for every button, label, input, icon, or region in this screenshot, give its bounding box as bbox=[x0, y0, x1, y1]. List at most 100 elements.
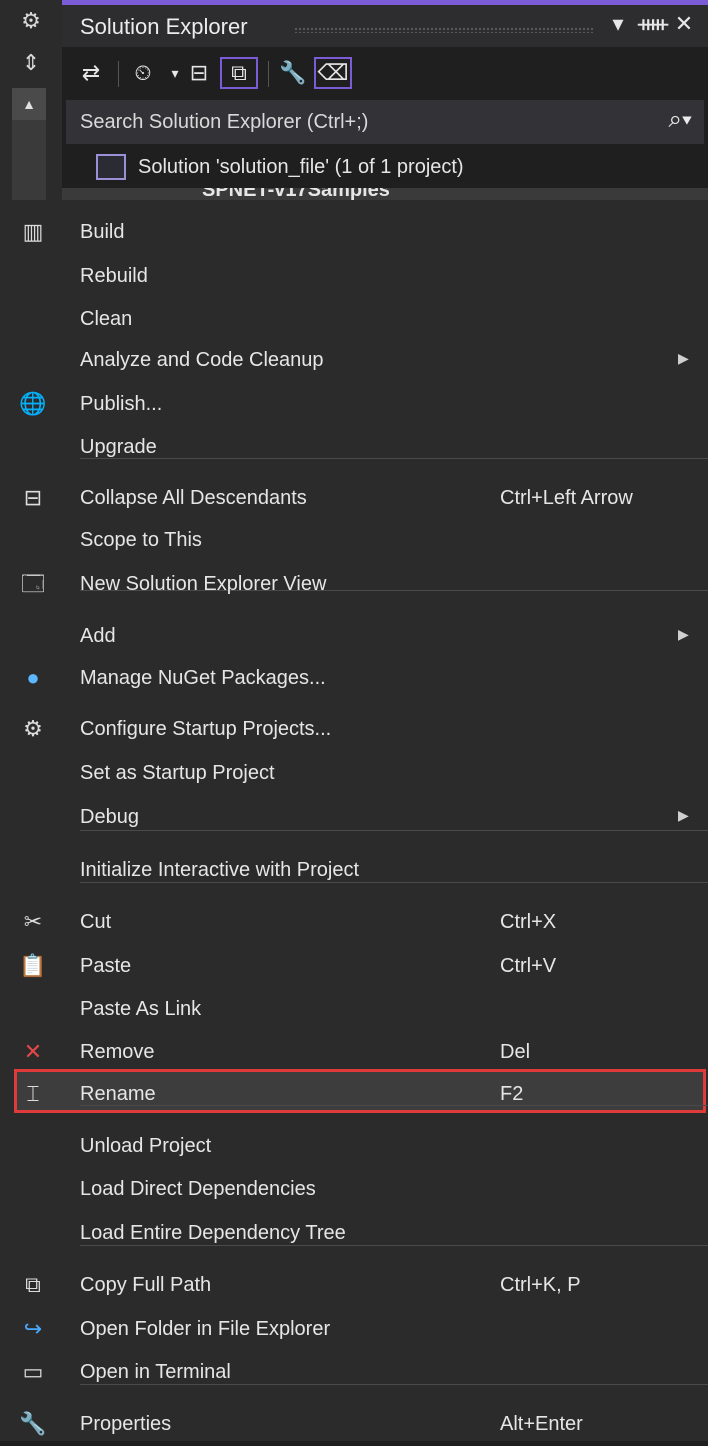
menu-item-shortcut: F2 bbox=[500, 1083, 524, 1105]
menu-item-new-solution-explorer-view[interactable]: 🗔 New Solution Explorer View bbox=[0, 562, 708, 606]
publish-icon: 🌐 bbox=[19, 391, 47, 416]
preview-selected-icon[interactable]: ⌫ bbox=[314, 57, 352, 89]
menu-item-label: Load Direct Dependencies bbox=[80, 1178, 316, 1200]
menu-item-label: Unload Project bbox=[80, 1135, 212, 1157]
menu-item-scope-to-this[interactable]: Scope to This bbox=[0, 518, 708, 562]
menu-item-label: Copy Full Path bbox=[80, 1274, 212, 1296]
menu-item-properties[interactable]: 🔧 Properties Alt+Enter bbox=[0, 1402, 708, 1446]
menu-item-label: Build bbox=[80, 221, 125, 243]
toolbar-separator bbox=[268, 61, 269, 87]
menu-item-debug[interactable]: Debug ▶ bbox=[0, 795, 708, 839]
sync-icon[interactable]: ⇄ bbox=[76, 57, 106, 89]
menu-item-label: Open in Terminal bbox=[80, 1361, 231, 1383]
menu-item-label: Add bbox=[80, 625, 116, 647]
menu-item-collapse-all-descendants[interactable]: ⊟ Collapse All Descendants Ctrl+Left Arrow bbox=[0, 476, 708, 520]
menu-item-remove[interactable]: ✕ Remove Del bbox=[0, 1030, 708, 1074]
pin-icon[interactable]: ᚔ bbox=[638, 11, 668, 37]
menu-item-label: Rename bbox=[80, 1083, 156, 1105]
menu-item-shortcut: Ctrl+Left Arrow bbox=[500, 487, 633, 509]
search-placeholder: Search Solution Explorer (Ctrl+;) bbox=[80, 111, 369, 133]
menu-item-copy-full-path[interactable]: ⧉ Copy Full Path Ctrl+K, P bbox=[0, 1263, 708, 1307]
menu-item-open-folder-in-file-explorer[interactable]: ↪ Open Folder in File Explorer bbox=[0, 1307, 708, 1351]
menu-item-set-as-startup-project[interactable]: Set as Startup Project bbox=[0, 751, 708, 795]
menu-item-label: Debug bbox=[80, 806, 139, 828]
scroll-up-icon[interactable]: ▲ bbox=[12, 88, 46, 120]
menu-item-paste[interactable]: 📋 Paste Ctrl+V bbox=[0, 944, 708, 988]
open-folder-icon: ↪ bbox=[23, 1316, 43, 1341]
menu-item-label: Load Entire Dependency Tree bbox=[80, 1222, 346, 1244]
menu-item-analyze-and-code-cleanup[interactable]: Analyze and Code Cleanup ▶ bbox=[0, 338, 708, 382]
menu-item-label: Manage NuGet Packages... bbox=[80, 667, 326, 689]
nuget-icon: ● bbox=[26, 665, 40, 690]
split-icon[interactable]: ⇕ bbox=[18, 50, 44, 76]
settings-icon: ⚙ bbox=[23, 716, 43, 741]
gear-icon[interactable]: ⚙ bbox=[18, 8, 44, 34]
copy-icon: ⧉ bbox=[25, 1272, 41, 1297]
menu-item-unload-project[interactable]: Unload Project bbox=[0, 1124, 708, 1168]
paste-icon: 📋 bbox=[19, 953, 47, 978]
menu-item-label: Rebuild bbox=[80, 265, 148, 287]
menu-item-manage-nuget-packages[interactable]: ● Manage NuGet Packages... bbox=[0, 656, 708, 700]
terminal-icon: ▭ bbox=[22, 1359, 44, 1384]
menu-item-initialize-interactive-with-project[interactable]: Initialize Interactive with Project bbox=[0, 848, 708, 892]
menu-item-label: Scope to This bbox=[80, 529, 202, 551]
properties-wrench-icon[interactable]: 🔧 bbox=[278, 57, 308, 89]
menu-item-label: Open Folder in File Explorer bbox=[80, 1318, 331, 1340]
menu-item-shortcut: Ctrl+V bbox=[500, 955, 557, 977]
build-icon: ▥ bbox=[22, 219, 44, 244]
pending-changes-icon[interactable]: ⏲ bbox=[128, 57, 158, 89]
menu-item-rebuild[interactable]: Rebuild bbox=[0, 254, 708, 298]
close-icon[interactable]: ✕ bbox=[670, 11, 698, 37]
menu-item-paste-as-link[interactable]: Paste As Link bbox=[0, 987, 708, 1031]
menu-item-shortcut: Del bbox=[500, 1041, 531, 1063]
menu-item-load-direct-dependencies[interactable]: Load Direct Dependencies bbox=[0, 1167, 708, 1211]
menu-item-label: Collapse All Descendants bbox=[80, 487, 307, 509]
menu-item-rename[interactable]: ⌶ Rename F2 bbox=[0, 1072, 708, 1116]
panel-toolbar: ⇄ ⏲ ▾ ⊟ ⧉ 🔧 ⌫ bbox=[62, 47, 708, 99]
context-menu: ▥ Build Rebuild Clean Analyze and Code Clean… bbox=[0, 200, 708, 1441]
menu-item-cut[interactable]: ✂ Cut Ctrl+X bbox=[0, 900, 708, 944]
new-view-icon: 🗔 bbox=[21, 571, 45, 596]
show-all-files-icon[interactable]: ⧉ bbox=[220, 57, 258, 89]
remove-icon: ✕ bbox=[23, 1039, 43, 1064]
menu-item-upgrade[interactable]: Upgrade bbox=[0, 425, 708, 469]
menu-item-label: Set as Startup Project bbox=[80, 762, 275, 784]
solution-label: Solution 'solution_file' (1 of 1 project… bbox=[138, 156, 464, 178]
menu-item-label: Cut bbox=[80, 911, 112, 933]
wrench-icon: 🔧 bbox=[19, 1411, 47, 1436]
menu-item-label: Properties bbox=[80, 1413, 172, 1435]
submenu-arrow-icon: ▶ bbox=[678, 807, 689, 823]
menu-item-label: New Solution Explorer View bbox=[80, 573, 327, 595]
dock-strip: ⚙ ⇕ ▲ bbox=[0, 0, 62, 208]
dropdown-icon[interactable]: ▾ bbox=[604, 11, 632, 37]
search-box[interactable]: Search Solution Explorer (Ctrl+;) ⌕▾ bbox=[66, 100, 704, 144]
menu-item-label: Initialize Interactive with Project bbox=[80, 859, 360, 881]
menu-item-clean[interactable]: Clean bbox=[0, 297, 708, 341]
menu-item-publish[interactable]: 🌐 Publish... bbox=[0, 382, 708, 426]
collapse-icon: ⊟ bbox=[23, 485, 43, 510]
toolbar-separator bbox=[118, 61, 119, 87]
menu-item-configure-startup-projects[interactable]: ⚙ Configure Startup Projects... bbox=[0, 707, 708, 751]
menu-item-shortcut: Ctrl+X bbox=[500, 911, 557, 933]
panel-title-bar: Solution Explorer ▾ ᚔ ✕ bbox=[62, 5, 708, 47]
menu-item-label: Analyze and Code Cleanup bbox=[80, 349, 324, 371]
menu-item-label: Remove bbox=[80, 1041, 155, 1063]
menu-item-open-in-terminal[interactable]: ▭ Open in Terminal bbox=[0, 1350, 708, 1394]
menu-item-add[interactable]: Add ▶ bbox=[0, 614, 708, 658]
menu-item-label: Paste As Link bbox=[80, 998, 202, 1020]
solution-icon bbox=[96, 154, 126, 180]
menu-item-shortcut: Alt+Enter bbox=[500, 1413, 583, 1435]
title-grip[interactable] bbox=[294, 27, 594, 33]
solution-explorer: Solution Explorer ▾ ᚔ ✕ ⇄ ⏲ ▾ ⊟ ⧉ 🔧 ⌫ Se… bbox=[62, 0, 708, 202]
collapse-all-icon[interactable]: ⊟ bbox=[184, 57, 214, 89]
submenu-arrow-icon: ▶ bbox=[678, 626, 689, 642]
panel-title: Solution Explorer bbox=[80, 14, 248, 39]
tree-item-solution[interactable]: Solution 'solution_file' (1 of 1 project… bbox=[62, 150, 708, 186]
menu-item-load-entire-dependency-tree[interactable]: Load Entire Dependency Tree bbox=[0, 1211, 708, 1255]
menu-item-label: Clean bbox=[80, 308, 133, 330]
search-icon[interactable]: ⌕▾ bbox=[668, 106, 692, 134]
rename-icon: ⌶ bbox=[26, 1081, 40, 1106]
menu-item-label: Paste bbox=[80, 955, 132, 977]
menu-item-build[interactable]: ▥ Build bbox=[0, 210, 708, 254]
menu-item-label: Configure Startup Projects... bbox=[80, 718, 332, 740]
